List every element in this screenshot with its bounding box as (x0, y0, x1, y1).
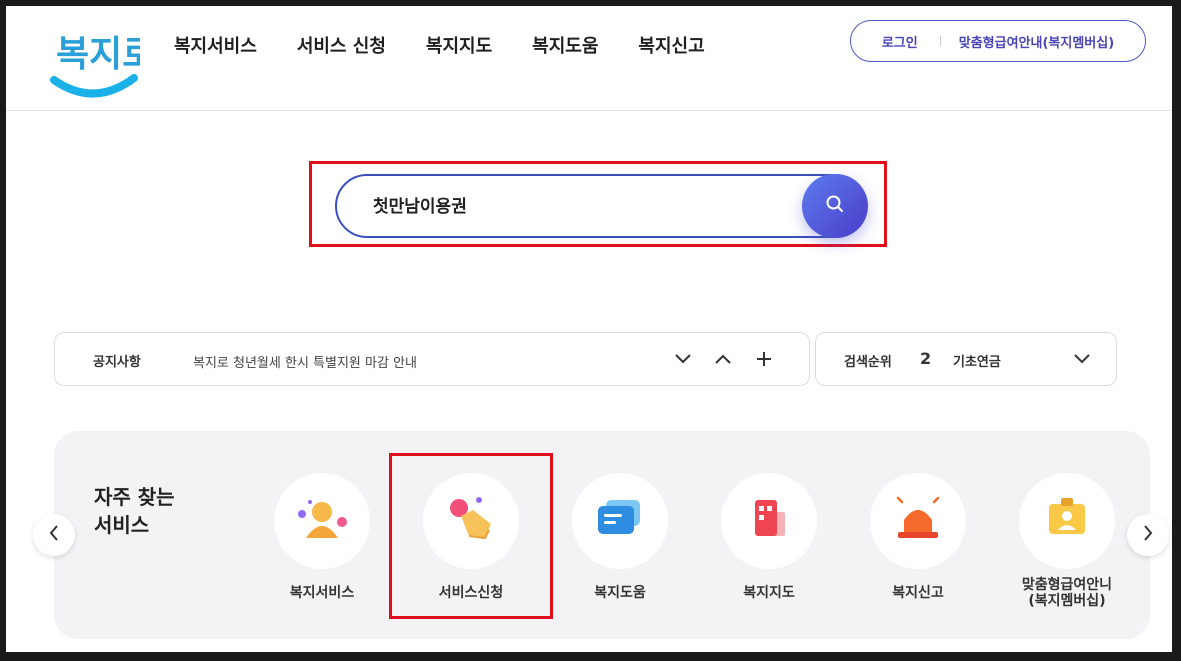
service-welfare-report[interactable]: 복지신고 (848, 473, 988, 623)
chevron-down-icon[interactable] (1070, 347, 1094, 371)
login-link[interactable]: 로그인 (882, 32, 918, 51)
notice-label: 공지사항 (93, 355, 141, 370)
services-title-line2: 서비스 (94, 513, 150, 537)
chevron-down-icon[interactable] (671, 347, 695, 371)
carousel-prev-button[interactable] (33, 514, 75, 556)
services-title-line1: 자주 찾는 (94, 485, 175, 509)
service-icon-circle (870, 473, 966, 569)
auth-box: 로그인 맞춤형급여안내(복지멤버십) (850, 20, 1146, 62)
search-ranking: 검색순위 2 기초연금 (815, 332, 1117, 386)
siren-icon (890, 494, 946, 548)
service-label: 맞춤형급여안니 (복지멤버십) (997, 577, 1137, 609)
ranking-term[interactable]: 기초연금 (953, 351, 1001, 370)
service-label: 복지서비스 (289, 585, 355, 601)
main-nav: 복지서비스 서비스 신청 복지지도 복지도움 복지신고 (174, 32, 745, 58)
service-label-line1: 맞춤형급여안니 (1021, 577, 1113, 593)
chat-icon (592, 494, 648, 548)
nav-service-application[interactable]: 서비스 신청 (297, 32, 386, 58)
nav-welfare-help[interactable]: 복지도움 (532, 32, 598, 58)
services-title: 자주 찾는 서비스 (94, 483, 175, 539)
service-label: 복지지도 (743, 585, 795, 601)
service-highlight-box (389, 453, 553, 619)
people-icon (294, 494, 350, 548)
chevron-left-icon (49, 525, 59, 545)
search-box (335, 174, 865, 238)
page: 복지로 복지서비스 서비스 신청 복지지도 복지도움 복지신고 로그인 맞춤형급… (6, 6, 1172, 652)
service-icon-circle (274, 473, 370, 569)
notice-bar: 공지사항 복지로 청년월세 한시 특별지원 마감 안내 (54, 332, 810, 386)
chevron-up-icon[interactable] (711, 347, 735, 371)
carousel-next-button[interactable] (1127, 514, 1169, 556)
search-icon (825, 194, 845, 218)
divider (939, 36, 941, 46)
service-icon-circle (721, 473, 817, 569)
service-icon-circle (1019, 473, 1115, 569)
nav-welfare-services[interactable]: 복지서비스 (174, 32, 257, 58)
service-welfare-services[interactable]: 복지서비스 (252, 473, 392, 623)
ranking-number: 2 (920, 349, 932, 368)
logo-text: 복지로 (56, 34, 140, 75)
membership-link[interactable]: 맞춤형급여안내(복지멤버십) (959, 32, 1114, 51)
notice-text[interactable]: 복지로 청년월세 한시 특별지원 마감 안내 (193, 352, 417, 371)
nav-welfare-map[interactable]: 복지지도 (426, 32, 492, 58)
id-card-icon (1039, 494, 1095, 548)
nav-welfare-report[interactable]: 복지신고 (638, 32, 704, 58)
service-icon-circle (572, 473, 668, 569)
building-icon (741, 494, 797, 548)
service-membership[interactable]: 맞춤형급여안니 (복지멤버십) (997, 473, 1137, 623)
site-header: 복지로 복지서비스 서비스 신청 복지지도 복지도움 복지신고 로그인 맞춤형급… (6, 6, 1172, 111)
plus-icon[interactable] (752, 347, 776, 371)
service-welfare-map[interactable]: 복지지도 (699, 473, 839, 623)
service-label-line2: (복지멤버십) (1028, 593, 1106, 609)
frequent-services-panel: 자주 찾는 서비스 복지서비스 서비스신청 복지도움 복지지도 복지신고 맞춤형… (54, 431, 1150, 639)
service-label: 복지도움 (594, 585, 646, 601)
search-button[interactable] (802, 174, 868, 238)
chevron-right-icon (1143, 525, 1153, 545)
search-input[interactable] (371, 176, 795, 238)
logo[interactable]: 복지로 (50, 18, 155, 98)
service-label: 복지신고 (892, 585, 944, 601)
ranking-label: 검색순위 (844, 355, 892, 370)
service-welfare-help[interactable]: 복지도움 (550, 473, 690, 623)
